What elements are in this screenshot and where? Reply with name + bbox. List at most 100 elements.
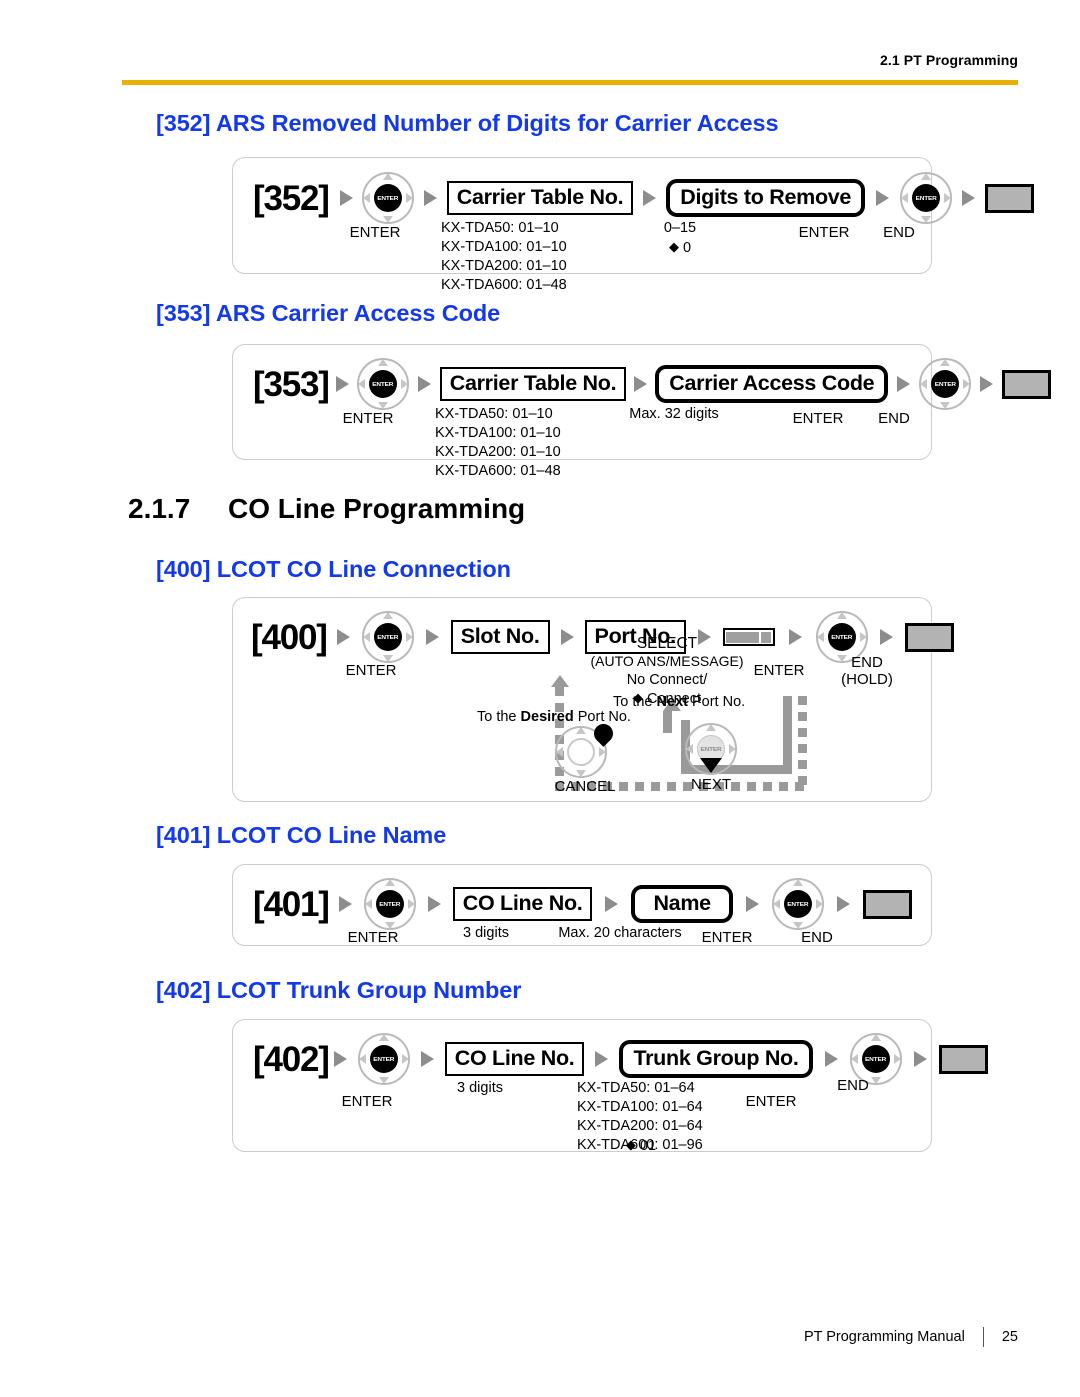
value-box-digits-to-remove[interactable]: Digits to Remove (666, 178, 866, 218)
flow-arrow-icon (420, 1051, 434, 1067)
flow-arrow-icon (335, 376, 349, 392)
enter-key-icon[interactable]: ENTER (771, 878, 824, 930)
diagram-402: [402] ENTER CO Line No. Trunk Group No. … (232, 1019, 988, 1154)
enter-key-icon[interactable]: ENTER (361, 172, 414, 224)
enter-key-caption: ENTER (349, 224, 401, 241)
param-note-401: 3 digits (463, 925, 509, 941)
step-code-402: [402] (253, 1039, 330, 1079)
diagram-352: [352] ENTER Carrier Table No. Digits to … (232, 157, 1035, 293)
end-key-caption: END (801, 929, 833, 946)
flow-arrow-icon (897, 376, 911, 392)
diagram-353: [353] ENTER Carrier Table No. Carrier Ac… (232, 344, 1052, 479)
cancel-key-caption: CANCEL (554, 778, 616, 795)
flow-arrow-icon (417, 376, 431, 392)
footer-divider (982, 1327, 984, 1347)
heading-401: [401] LCOT CO Line Name (156, 822, 447, 848)
end-key-caption: END (878, 410, 910, 427)
enter-key-caption: ENTER (753, 662, 805, 679)
enter-key-caption: ENTER (701, 929, 753, 946)
value-note-range-353: Max. 32 digits (629, 406, 719, 422)
enter-key-icon[interactable]: ENTER (361, 611, 414, 663)
flow-arrow-icon (879, 629, 893, 645)
enter-key-caption: ENTER (792, 410, 844, 427)
next-key-icon[interactable]: ENTER (685, 723, 737, 775)
enter-key-caption: ENTER (745, 1093, 797, 1110)
param-note-402: 3 digits (457, 1080, 503, 1096)
flow-arrow-icon (980, 376, 994, 392)
diagram-401: [401] ENTER CO Line No. Name ENTER ENTER… (232, 864, 932, 946)
value-box-trunk-group-no[interactable]: Trunk Group No. (619, 1039, 813, 1079)
end-key-icon[interactable] (985, 183, 1035, 213)
param-note-353: KX-TDA50: 01–10 KX-TDA100: 01–10 KX-TDA2… (435, 406, 561, 480)
flow-arrow-icon (697, 629, 711, 645)
step-code-400: [400] (251, 617, 328, 657)
flow-arrow-icon (338, 896, 352, 912)
value-box-carrier-access-code[interactable]: Carrier Access Code (655, 364, 889, 404)
param-box-carrier-table-no[interactable]: Carrier Table No. (439, 366, 627, 402)
flow-arrow-icon (962, 190, 976, 206)
section-title: CO Line Programming (228, 493, 526, 524)
flow-arrow-icon (836, 896, 850, 912)
enter-key-caption: ENTER (345, 662, 397, 679)
cancel-key-icon[interactable] (555, 720, 617, 778)
heading-352: [352] ARS Removed Number of Digits for C… (156, 110, 779, 136)
loop-label-next: To the Next Port No. (613, 694, 746, 710)
value-note-default-402: ◆ 01 (625, 1137, 657, 1154)
diamond-icon: ◆ (668, 239, 679, 254)
diagram-400: [400] ENTER Slot No. Port No. ENTER ENTE… (232, 597, 954, 802)
enter-key-icon[interactable]: ENTER (919, 358, 972, 410)
section-heading-217: 2.1.7 CO Line Programming (128, 493, 525, 525)
flow-arrow-icon (605, 896, 619, 912)
select-key-icon[interactable] (722, 628, 775, 646)
enter-key-icon[interactable]: ENTER (363, 878, 416, 930)
enter-key-caption: ENTER (342, 410, 394, 427)
page-footer: PT Programming Manual 25 (0, 1327, 1080, 1349)
param-box-carrier-table-no[interactable]: Carrier Table No. (446, 180, 634, 216)
select-key-subcaption: (AUTO ANS/MESSAGE) (590, 653, 744, 669)
enter-key-icon[interactable]: ENTER (357, 1033, 410, 1085)
section-number: 2.1.7 (128, 493, 191, 524)
flow-arrow-icon (824, 1051, 838, 1067)
flow-arrow-icon (913, 1051, 927, 1067)
flow-arrow-icon (788, 629, 802, 645)
flow-arrow-icon (425, 629, 439, 645)
param-box-slot-no[interactable]: Slot No. (450, 619, 550, 655)
end-key-icon[interactable] (938, 1044, 988, 1074)
value-note-range-401: Max. 20 characters (558, 925, 682, 941)
end-key-caption: END (837, 1077, 869, 1094)
flow-arrow-icon (336, 629, 350, 645)
step-code-353: [353] (253, 364, 330, 404)
enter-key-icon[interactable]: ENTER (356, 358, 409, 410)
param-note-352: KX-TDA50: 01–10 KX-TDA100: 01–10 KX-TDA2… (441, 220, 567, 294)
end-key-icon[interactable] (904, 622, 954, 652)
diamond-icon: ◆ (625, 1137, 636, 1152)
flow-arrow-icon (876, 190, 890, 206)
heading-402: [402] LCOT Trunk Group Number (156, 977, 522, 1003)
flow-arrow-icon (745, 896, 759, 912)
flow-arrow-icon (595, 1051, 609, 1067)
end-key-caption: END (HOLD) (841, 654, 893, 689)
flow-arrow-icon (634, 376, 648, 392)
flow-arrow-icon (427, 896, 441, 912)
flow-arrow-icon (560, 629, 574, 645)
end-key-icon[interactable] (862, 889, 912, 919)
value-box-name[interactable]: Name (631, 884, 733, 924)
flow-arrow-icon (423, 190, 437, 206)
flow-arrow-icon (643, 190, 657, 206)
end-key-icon[interactable] (1002, 369, 1052, 399)
param-box-co-line-no[interactable]: CO Line No. (452, 886, 593, 922)
step-code-401: [401] (253, 884, 330, 924)
enter-key-caption: ENTER (341, 1093, 393, 1110)
param-box-co-line-no[interactable]: CO Line No. (444, 1041, 585, 1077)
value-note-range-352: 0–15 (663, 220, 697, 236)
header-section-label: 2.1 PT Programming (880, 52, 1018, 68)
loop-label-desired: To the Desired Port No. (477, 709, 631, 725)
end-key-caption: END (883, 224, 915, 241)
enter-key-icon[interactable]: ENTER (900, 172, 953, 224)
step-code-352: [352] (253, 178, 330, 218)
footer-manual-title: PT Programming Manual (803, 1329, 965, 1345)
enter-key-caption: ENTER (347, 929, 399, 946)
heading-400: [400] LCOT CO Line Connection (156, 556, 511, 582)
next-key-caption: NEXT (690, 776, 732, 793)
flow-arrow-icon (333, 1051, 347, 1067)
